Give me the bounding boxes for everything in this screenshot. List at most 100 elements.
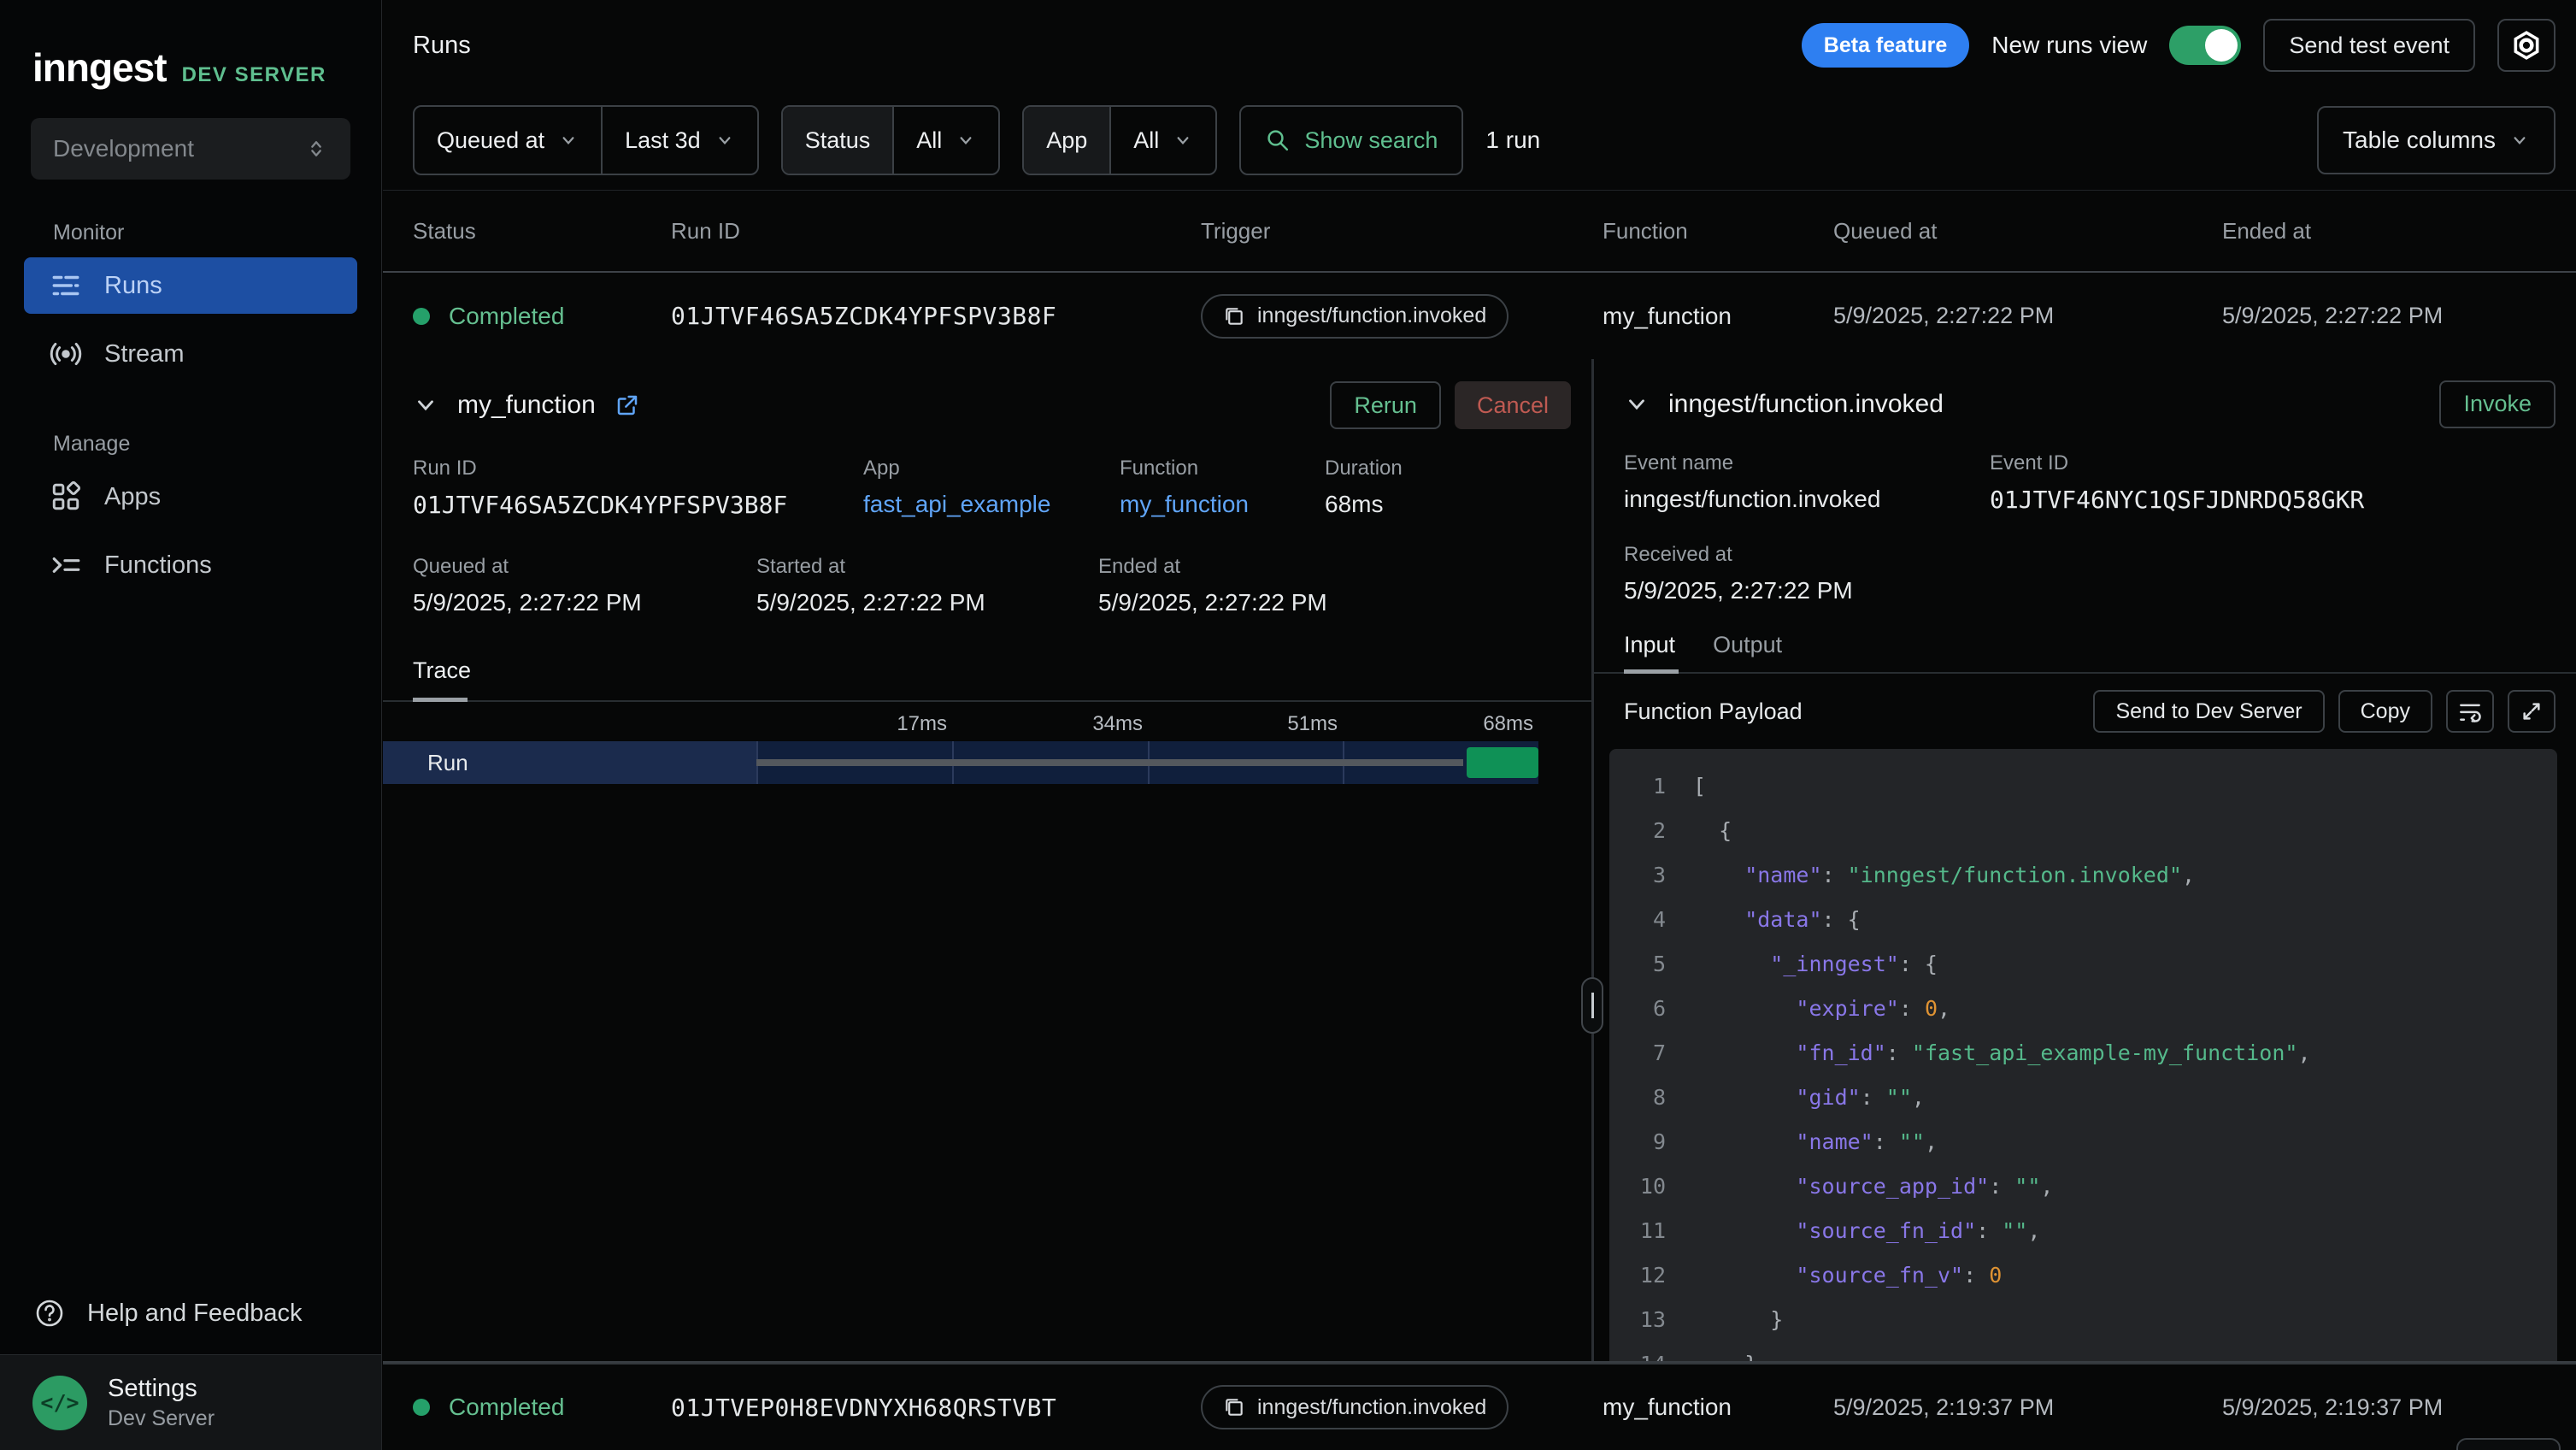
corner-button[interactable] bbox=[2456, 1438, 2561, 1450]
collapse-chevron-icon[interactable] bbox=[1624, 392, 1650, 417]
cancel-button[interactable]: Cancel bbox=[1455, 381, 1571, 429]
chevron-down-icon bbox=[558, 130, 579, 150]
sidebar: inngest DEV SERVER Development Monitor R… bbox=[0, 0, 382, 1450]
run-id-cell: 01JTVF46SA5ZCDK4YPFSPV3B8F bbox=[671, 302, 1201, 330]
sidebar-item-label: Stream bbox=[104, 340, 184, 368]
run-meta-row-2: Queued at 5/9/2025, 2:27:22 PM Started a… bbox=[413, 555, 1561, 616]
sidebar-item-label: Runs bbox=[104, 272, 162, 300]
function-link[interactable]: my_function bbox=[1120, 491, 1325, 518]
send-to-dev-server-button[interactable]: Send to Dev Server bbox=[2093, 690, 2324, 733]
col-header-status: Status bbox=[383, 218, 671, 245]
trace-tabs: Trace bbox=[383, 654, 1591, 702]
status-filter-group: Status All bbox=[781, 105, 1001, 175]
axis-tick: 17ms bbox=[897, 712, 947, 736]
chevron-down-icon bbox=[2509, 130, 2530, 150]
table-header: Status Run ID Trigger Function Queued at… bbox=[383, 190, 2576, 273]
app-link[interactable]: fast_api_example bbox=[863, 491, 1120, 518]
workspace-select-value: Development bbox=[53, 135, 194, 162]
help-icon bbox=[34, 1298, 65, 1329]
expand-icon bbox=[2519, 698, 2544, 724]
collapse-chevron-icon[interactable] bbox=[413, 392, 438, 418]
copy-button[interactable]: Copy bbox=[2338, 690, 2432, 733]
topbar-actions: Beta feature New runs view Send test eve… bbox=[1802, 19, 2555, 72]
rerun-button[interactable]: Rerun bbox=[1330, 381, 1441, 429]
col-header-function: Function bbox=[1603, 218, 1833, 245]
table-columns-button[interactable]: Table columns bbox=[2317, 106, 2555, 174]
settings-subtitle: Dev Server bbox=[108, 1406, 215, 1431]
settings-text: Settings Dev Server bbox=[108, 1375, 215, 1431]
new-runs-view-toggle[interactable] bbox=[2169, 26, 2241, 65]
payload-code-editor[interactable]: 1[2 {3 "name": "inngest/function.invoked… bbox=[1609, 749, 2557, 1361]
status-dot-completed bbox=[413, 1399, 430, 1416]
dev-server-avatar: </> bbox=[32, 1376, 87, 1430]
run-function-name: my_function bbox=[457, 391, 596, 420]
io-tabs: Input Output bbox=[1594, 628, 2576, 675]
toggle-knob bbox=[2205, 29, 2238, 62]
tab-trace[interactable]: Trace bbox=[413, 654, 471, 700]
expand-button[interactable] bbox=[2508, 690, 2555, 733]
axis-tick: 34ms bbox=[1092, 712, 1143, 736]
payload-actions: Send to Dev Server Copy bbox=[2093, 690, 2555, 733]
settings-entry[interactable]: </> Settings Dev Server bbox=[0, 1354, 381, 1450]
status-filter-value: All bbox=[916, 127, 942, 154]
external-link-icon[interactable] bbox=[615, 392, 640, 418]
sidebar-item-stream[interactable]: Stream bbox=[24, 326, 357, 382]
time-filter-group: Queued at Last 3d bbox=[413, 105, 759, 175]
show-search-button[interactable]: Show search bbox=[1239, 105, 1463, 175]
sidebar-bottom: Help and Feedback </> Settings Dev Serve… bbox=[0, 1272, 381, 1450]
event-name-field: Event name inngest/function.invoked bbox=[1624, 451, 1990, 514]
table-row[interactable]: Completed 01JTVF46SA5ZCDK4YPFSPV3B8F inn… bbox=[383, 273, 2576, 359]
trigger-pill[interactable]: inngest/function.invoked bbox=[1201, 294, 1509, 339]
table-row[interactable]: Completed 01JTVEP0H8EVDNYXH68QRSTVBT inn… bbox=[383, 1363, 2576, 1450]
app-field: App fast_api_example bbox=[863, 457, 1120, 519]
col-header-queued-at: Queued at bbox=[1833, 218, 2222, 245]
trace-span-label[interactable]: Run bbox=[383, 741, 756, 784]
time-range-dropdown[interactable]: Last 3d bbox=[601, 107, 757, 174]
app-filter-value: All bbox=[1133, 127, 1159, 154]
functions-icon bbox=[50, 549, 82, 581]
results-count: 1 run bbox=[1485, 127, 1540, 154]
show-search-label: Show search bbox=[1304, 127, 1438, 154]
event-header: inngest/function.invoked Invoke bbox=[1624, 380, 2555, 429]
help-and-feedback[interactable]: Help and Feedback bbox=[0, 1272, 381, 1354]
run-detail-panel: my_function Rerun Cancel Run ID 01JTVF46… bbox=[383, 359, 2576, 1363]
invoke-button[interactable]: Invoke bbox=[2439, 380, 2555, 428]
sidebar-item-runs[interactable]: Runs bbox=[24, 257, 357, 314]
app-root: inngest DEV SERVER Development Monitor R… bbox=[0, 0, 2576, 1450]
function-cell: my_function bbox=[1603, 303, 1833, 330]
function-field: Function my_function bbox=[1120, 457, 1325, 519]
sidebar-item-apps[interactable]: Apps bbox=[24, 469, 357, 525]
stream-icon bbox=[50, 338, 82, 370]
gear-icon bbox=[2510, 29, 2543, 62]
inngest-logo: inngest bbox=[32, 44, 167, 91]
time-field-value: Queued at bbox=[437, 127, 544, 154]
run-header: my_function Rerun Cancel bbox=[413, 380, 1571, 431]
sidebar-item-functions[interactable]: Functions bbox=[24, 537, 357, 593]
trace-execution-bar[interactable] bbox=[1467, 747, 1538, 778]
send-test-event-button[interactable]: Send test event bbox=[2263, 19, 2475, 72]
word-wrap-button[interactable] bbox=[2446, 690, 2494, 733]
settings-gear-button[interactable] bbox=[2497, 19, 2555, 72]
tab-output[interactable]: Output bbox=[1713, 628, 1782, 673]
col-header-ended-at: Ended at bbox=[2222, 218, 2576, 245]
status-filter-label: Status bbox=[783, 107, 893, 174]
event-icon bbox=[1223, 305, 1245, 327]
panel-resize-handle[interactable] bbox=[1581, 977, 1603, 1034]
trace-run-row[interactable]: Run bbox=[383, 741, 1538, 784]
ended-at-field: Ended at 5/9/2025, 2:27:22 PM bbox=[1098, 555, 1561, 616]
run-detail-left: my_function Rerun Cancel Run ID 01JTVF46… bbox=[383, 359, 1591, 1361]
run-actions: Rerun Cancel bbox=[1330, 381, 1571, 429]
workspace-select[interactable]: Development bbox=[31, 118, 350, 180]
payload-title: Function Payload bbox=[1624, 698, 1803, 725]
event-actions: Invoke bbox=[2439, 380, 2555, 428]
queued-at-cell: 5/9/2025, 2:19:37 PM bbox=[1833, 1394, 2222, 1421]
app-filter-dropdown[interactable]: All bbox=[1109, 107, 1215, 174]
status-label: Completed bbox=[449, 303, 564, 330]
axis-tick: 68ms bbox=[1483, 712, 1533, 736]
run-meta-row-1: Run ID 01JTVF46SA5ZCDK4YPFSPV3B8F App fa… bbox=[413, 457, 1561, 519]
trigger-pill[interactable]: inngest/function.invoked bbox=[1201, 1385, 1509, 1429]
status-filter-dropdown[interactable]: All bbox=[892, 107, 998, 174]
tab-input[interactable]: Input bbox=[1624, 628, 1675, 673]
time-field-dropdown[interactable]: Queued at bbox=[415, 107, 601, 174]
app-filter-label: App bbox=[1024, 107, 1109, 174]
